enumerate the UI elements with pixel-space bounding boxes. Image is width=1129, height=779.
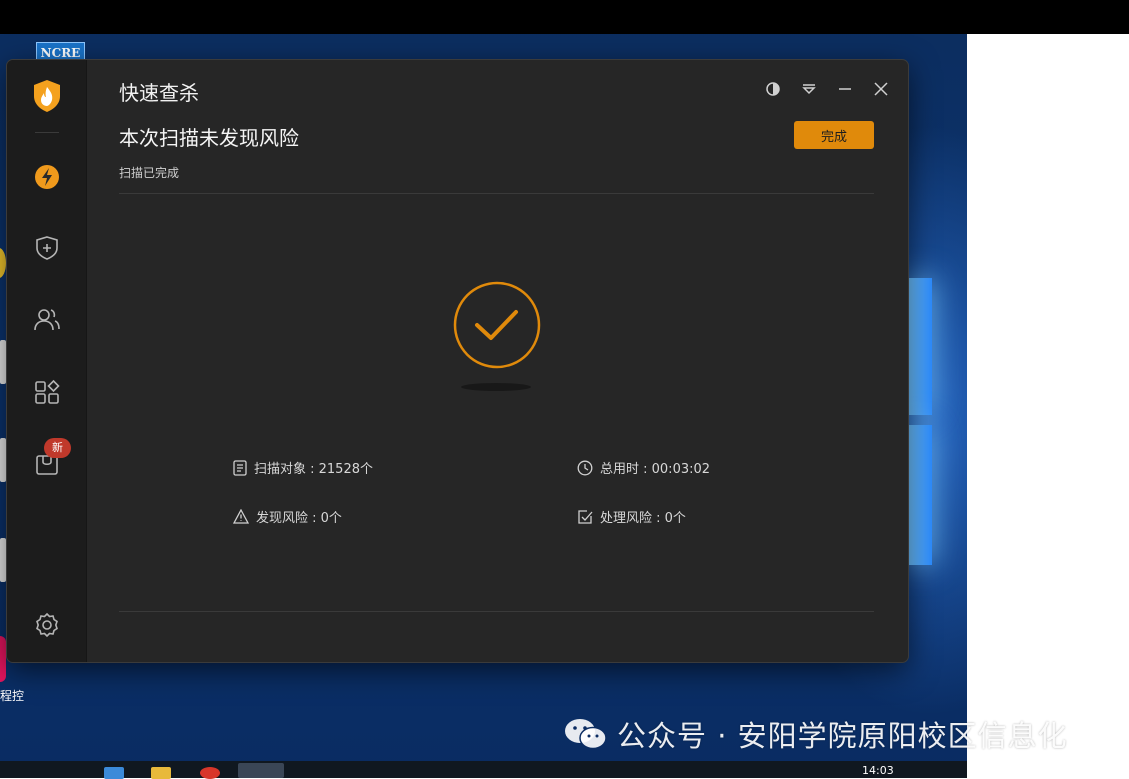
new-badge: 新 (44, 438, 71, 458)
settings-button[interactable] (27, 605, 67, 645)
menu-chevron-icon (802, 84, 816, 95)
main-content: 快速查杀 本次扫描未发现风险 扫描已完成 完成 扫描对象: 21528个 总用… (87, 60, 908, 662)
desktop-icon-partial[interactable] (0, 538, 6, 582)
window-controls (755, 78, 899, 100)
scan-status-text: 扫描已完成 (119, 166, 180, 180)
scan-result-title: 本次扫描未发现风险 (119, 126, 299, 150)
close-icon (874, 82, 888, 96)
desktop-icon-partial[interactable] (0, 636, 6, 682)
stat-total-time-text: 总用时 : 00:03:02 (600, 462, 711, 477)
page-title: 快速查杀 (119, 81, 199, 105)
windows-logo-pane (908, 278, 932, 415)
sidebar-item-protection[interactable] (27, 228, 67, 268)
contrast-icon (766, 82, 780, 96)
taskbar (0, 761, 967, 779)
users-icon (34, 309, 60, 331)
shield-flame-icon (34, 80, 60, 112)
menu-dropdown-button[interactable] (791, 78, 827, 100)
stat-risks-handled-text: 处理风险 : 0个 (600, 511, 686, 526)
top-black-bar (0, 0, 1129, 34)
shield-plus-icon (36, 236, 58, 260)
sidebar-item-tools[interactable] (27, 372, 67, 412)
desktop-icon-label: 程控 (0, 689, 25, 703)
apps-grid-icon (35, 379, 60, 404)
desktop-icon-partial[interactable] (0, 248, 6, 278)
windows-logo-pane (908, 425, 932, 565)
warning-icon (233, 509, 249, 524)
stat-scan-objects-text: 扫描对象 : 21528个 (254, 462, 373, 477)
clock-icon (577, 460, 593, 475)
theme-toggle-button[interactable] (755, 78, 791, 100)
taskbar-clock: 14:03 (862, 764, 894, 777)
chrome-icon[interactable] (200, 767, 220, 779)
watermark: 公众号 · 安阳学院原阳校区信息化 (563, 712, 1068, 756)
checkbox-icon (578, 509, 593, 524)
stat-risks-handled: 处理风险 : 0个 (577, 507, 686, 526)
minimize-icon (839, 88, 851, 90)
stat-scan-objects: 扫描对象 : 21528个 (233, 458, 373, 477)
desktop-icon-partial[interactable] (0, 340, 6, 384)
divider (119, 611, 874, 612)
icon-shadow (461, 383, 531, 391)
watermark-text: 公众号 · 安阳学院原阳校区信息化 (617, 719, 1068, 753)
desktop-icon-partial[interactable] (0, 438, 6, 482)
file-explorer-icon[interactable] (151, 767, 171, 779)
lightning-icon (35, 165, 59, 189)
stat-risks-found: 发现风险 : 0个 (233, 507, 342, 526)
right-white-area (967, 34, 1129, 778)
sidebar-item-users[interactable] (27, 300, 67, 340)
sidebar-item-quick-scan[interactable] (27, 157, 67, 197)
wechat-icon (565, 719, 607, 750)
app-logo-shield-icon[interactable] (27, 76, 67, 116)
stat-risks-found-text: 发现风险 : 0个 (256, 511, 342, 526)
security-app-taskbar-icon[interactable] (238, 763, 284, 778)
done-button[interactable]: 完成 (794, 121, 874, 149)
stat-total-time: 总用时 : 00:03:02 (577, 458, 710, 477)
success-check-icon (453, 281, 541, 369)
divider (119, 193, 874, 194)
edge-browser-icon[interactable] (104, 767, 124, 779)
minimize-button[interactable] (827, 78, 863, 100)
sidebar-divider (35, 132, 59, 133)
close-button[interactable] (863, 78, 899, 100)
security-app-window: 新 快速查杀 本次扫描未发现风险 扫描已完成 完成 扫描对象: 21528个 … (7, 60, 908, 662)
sidebar: 新 (7, 60, 87, 662)
gear-icon (36, 612, 58, 638)
document-icon (233, 459, 247, 476)
